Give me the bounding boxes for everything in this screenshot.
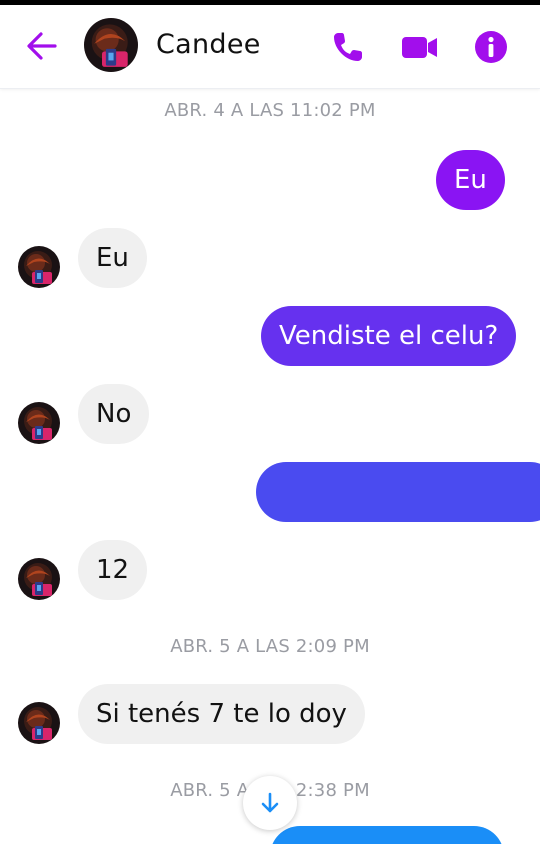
message-text: 12 — [96, 555, 130, 585]
message-text: Vendiste el celu? — [279, 321, 499, 351]
scroll-to-bottom-button[interactable] — [243, 776, 297, 830]
video-camera-icon — [402, 37, 437, 58]
message-bubble-outgoing-partial[interactable] — [270, 826, 504, 844]
arrow-left-icon — [27, 32, 57, 60]
avatar-image — [18, 246, 60, 288]
message-bubble-incoming[interactable]: Si tenés 7 te lo doy — [78, 684, 365, 744]
contact-avatar[interactable] — [84, 18, 138, 72]
info-button[interactable] — [471, 27, 511, 67]
timestamp: ABR. 4 A LAS 11:02 PM — [164, 100, 376, 121]
arrow-down-icon — [261, 792, 279, 813]
video-call-button[interactable] — [400, 27, 440, 67]
message-bubble-outgoing[interactable]: Vendiste el celu? — [261, 306, 517, 366]
avatar-image — [84, 18, 138, 72]
call-button[interactable] — [328, 27, 368, 67]
message-bubble-incoming[interactable]: 12 — [78, 540, 148, 600]
message-text: Cuanto lo vendes — [307, 537, 540, 567]
message-text: Si tenés 7 te lo doy — [96, 699, 347, 729]
message-bubble-outgoing[interactable]: Eu — [436, 150, 505, 210]
message-bubble-incoming[interactable]: Eu — [78, 228, 147, 288]
contact-avatar-small[interactable] — [18, 702, 60, 744]
avatar-image — [18, 702, 60, 744]
back-button[interactable] — [24, 29, 58, 63]
contact-avatar-small[interactable] — [18, 246, 60, 288]
info-icon — [475, 31, 507, 63]
contact-avatar-small[interactable] — [18, 402, 60, 444]
message-text: Eu — [454, 165, 487, 195]
phone-icon — [334, 33, 362, 61]
message-text: No — [96, 399, 132, 429]
avatar-image — [18, 558, 60, 600]
message-bubble-incoming[interactable]: No — [78, 384, 150, 444]
avatar-image — [18, 402, 60, 444]
chat-header: Candee — [0, 5, 540, 89]
message-bubble-outgoing[interactable]: Cuanto lo vendes — [256, 462, 540, 567]
messenger-chat-screen: Candee ABR. 4 A LAS 11:02 PM Eu Eu Vendi… — [0, 0, 540, 844]
timestamp: ABR. 5 A LAS 2:09 PM — [170, 636, 370, 657]
contact-name[interactable]: Candee — [156, 29, 261, 60]
message-text: Eu — [96, 243, 129, 273]
contact-avatar-small[interactable] — [18, 558, 60, 600]
